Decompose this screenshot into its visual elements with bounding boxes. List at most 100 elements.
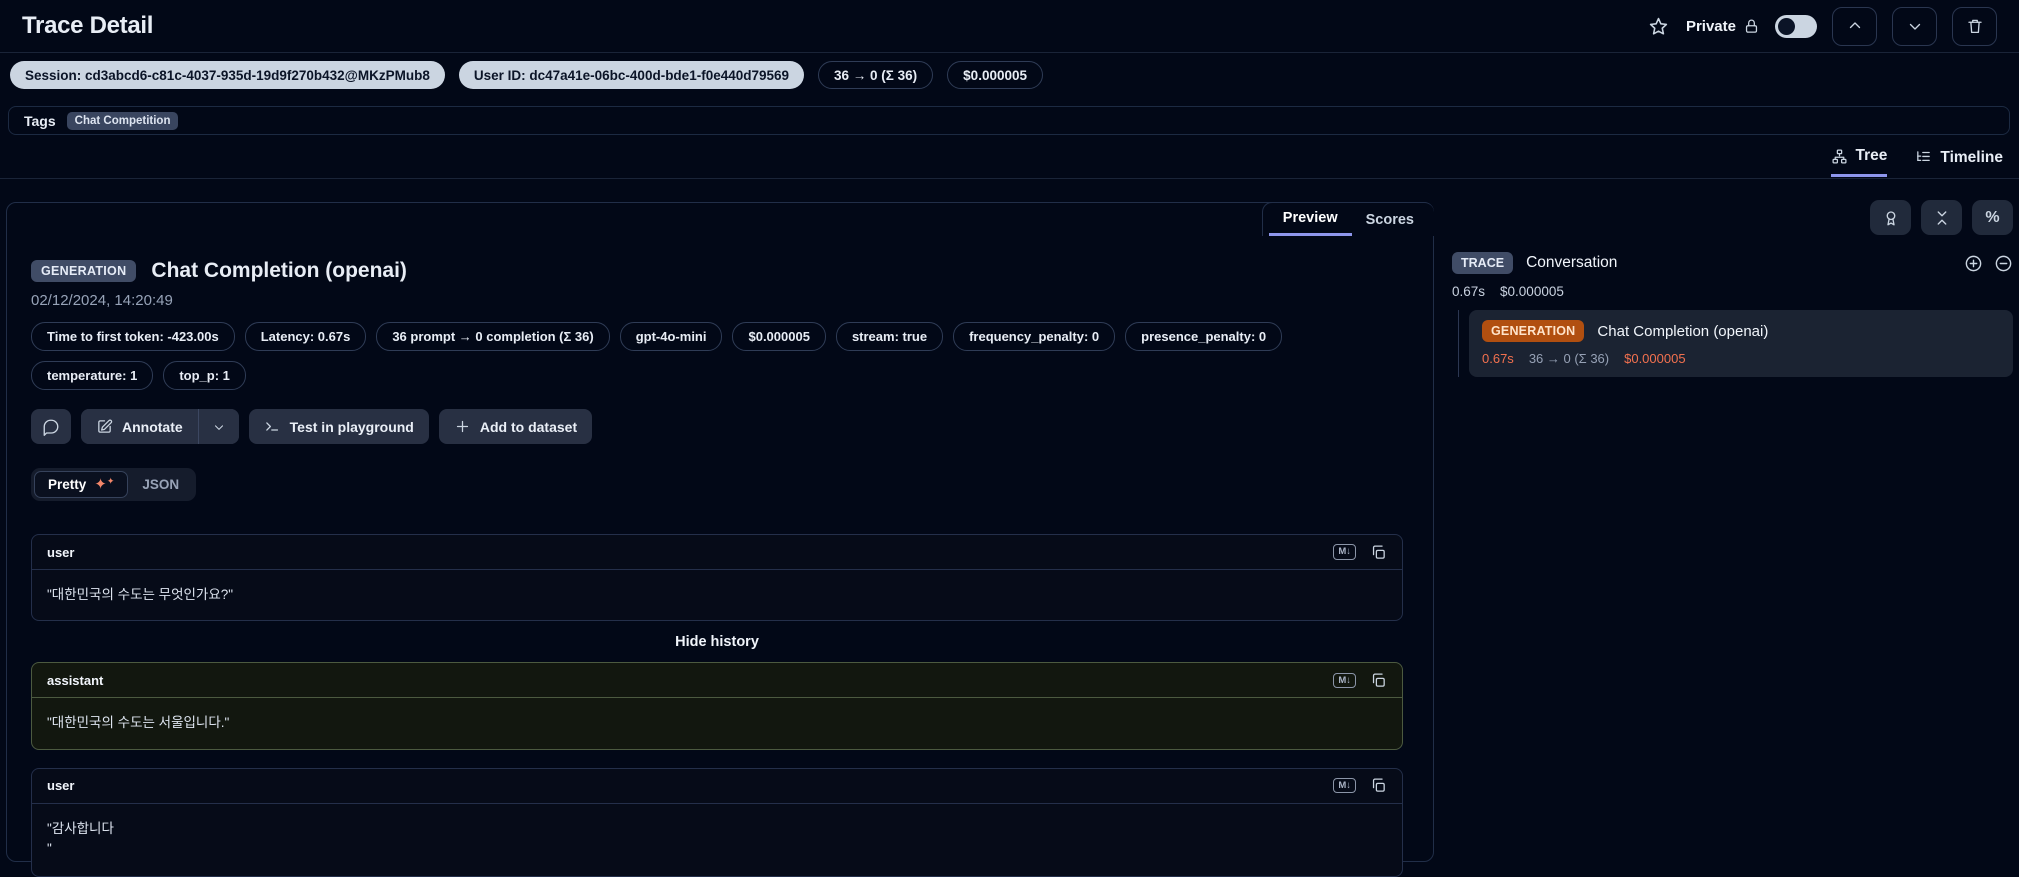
tabs-divider (0, 178, 2019, 179)
message-assistant: assistant M↓ "대한민국의 수도는 서울입니다." (31, 662, 1403, 750)
trace-title: Conversation (1526, 254, 1618, 271)
annotate-button[interactable]: Annotate (81, 409, 198, 444)
expand-all-icon[interactable] (1964, 254, 1983, 273)
session-badge[interactable]: Session: cd3abcd6-c81c-4037-935d-19d9f27… (10, 61, 445, 89)
actions-row: Annotate Test in playground Add to datas… (31, 409, 1409, 444)
user-id-badge[interactable]: User ID: dc47a41e-06bc-400d-bde1-f0e440d… (458, 61, 805, 89)
star-icon[interactable] (1646, 14, 1671, 39)
tree-icon (1831, 148, 1847, 164)
percent-icon: % (1985, 208, 2000, 226)
observation-header: GENERATION Chat Completion (openai) (31, 259, 1409, 283)
plus-icon (456, 420, 468, 433)
message-user-2: user M↓ "감사합니다 " (31, 767, 1403, 877)
trace-root-row[interactable]: TRACE Conversation (1447, 252, 2013, 274)
message-user-1: user M↓ "대한민국의 수도는 무엇인가요?" (31, 534, 1403, 622)
copy-icon[interactable] (1370, 544, 1387, 561)
cost-badge: $0.000005 (947, 61, 1043, 89)
tab-scores[interactable]: Scores (1352, 203, 1428, 236)
timeline-icon (1917, 151, 1931, 161)
trace-expand-controls (1964, 254, 2013, 273)
observation-title: Chat Completion (openai) (151, 259, 407, 282)
test-in-playground-button[interactable]: Test in playground (248, 409, 429, 444)
toggle-knob (1778, 17, 1795, 35)
message-role: user (47, 544, 75, 560)
pretty-toggle[interactable]: Pretty ✦✦ (34, 471, 129, 498)
json-toggle[interactable]: JSON (128, 471, 193, 498)
chevron-down-icon (214, 424, 223, 430)
chevrons-collapse-icon (1937, 210, 1946, 225)
comment-icon (43, 419, 59, 436)
message-role: assistant (47, 672, 104, 688)
meta-row: Session: cd3abcd6-c81c-4037-935d-19d9f27… (10, 61, 1043, 89)
metric-badge: Latency: 0.67s (244, 322, 367, 351)
view-tabs: Tree Timeline (1830, 147, 2003, 177)
lock-icon (1745, 19, 1758, 33)
format-toggle: Pretty ✦✦ JSON (31, 468, 197, 501)
markdown-toggle-icon[interactable]: M↓ (1333, 777, 1356, 794)
message-content: "대한민국의 수도는 서울입니다." (47, 715, 230, 731)
metric-badges: Time to first token: -423.00s Latency: 0… (31, 322, 1409, 390)
delete-trace-button[interactable] (1952, 6, 1997, 46)
metric-badge: stream: true (835, 322, 944, 351)
node-title: Chat Completion (openai) (1597, 322, 1769, 340)
metric-badge: presence_penalty: 0 (1125, 322, 1283, 351)
next-trace-button[interactable] (1892, 6, 1937, 46)
message-tools: M↓ (1333, 777, 1387, 794)
privacy-label: Private (1686, 18, 1760, 35)
message-content: "감사합니다 " (47, 820, 114, 856)
markdown-toggle-icon[interactable]: M↓ (1333, 544, 1356, 560)
tags-box: Tags Chat Competition (8, 106, 2010, 135)
privacy-toggle[interactable] (1775, 14, 1817, 38)
tree-toolbar: % (1447, 200, 2013, 235)
copy-icon[interactable] (1370, 672, 1387, 689)
annotate-dropdown-button[interactable] (198, 409, 239, 444)
messages-section: user M↓ "대한민국의 수도는 무엇인가요?" Hide history … (31, 534, 1403, 877)
metric-badge: $0.000005 (732, 322, 826, 351)
trace-latency: 0.67s (1452, 284, 1486, 299)
message-content: "대한민국의 수도는 무엇인가요?" (47, 587, 234, 602)
metric-badge: gpt-4o-mini (619, 322, 723, 351)
generation-badge: GENERATION (1482, 320, 1585, 342)
tree-node-wrap: GENERATION Chat Completion (openai) 0.67… (1447, 310, 2013, 377)
top-bar: Trace Detail Private (0, 0, 2019, 53)
comment-button[interactable] (31, 409, 71, 444)
sparkles-icon: ✦✦ (94, 476, 115, 493)
collapse-node-icon[interactable] (1994, 254, 2013, 273)
copy-icon[interactable] (1370, 777, 1387, 794)
collapse-all-button[interactable] (1921, 200, 1962, 235)
page-title: Trace Detail (22, 12, 154, 39)
message-header: assistant M↓ (32, 663, 1402, 699)
terminal-icon (265, 422, 278, 431)
trace-type-badge: TRACE (1452, 252, 1514, 274)
metric-badge: Time to first token: -423.00s (31, 322, 235, 351)
trash-icon (1967, 19, 1982, 34)
metric-badge: frequency_penalty: 0 (953, 322, 1116, 351)
trace-metrics: 0.67s $0.000005 (1447, 284, 2013, 299)
previous-trace-button[interactable] (1832, 6, 1877, 46)
message-header: user M↓ (32, 769, 1402, 804)
tab-preview[interactable]: Preview (1268, 203, 1352, 236)
tab-tree[interactable]: Tree (1830, 147, 1888, 177)
scores-toggle-button[interactable] (1870, 200, 1911, 235)
node-latency: 0.67s (1482, 351, 1514, 366)
edit-icon (98, 419, 113, 433)
trace-cost: $0.000005 (1500, 284, 1564, 299)
metric-badge: top_p: 1 (163, 361, 246, 390)
node-metrics-row: 0.67s 36 → 0 (Σ 36) $0.000005 (1482, 351, 2000, 366)
message-tools: M↓ (1333, 544, 1387, 561)
generation-node[interactable]: GENERATION Chat Completion (openai) 0.67… (1469, 310, 2013, 377)
add-to-dataset-button[interactable]: Add to dataset (438, 409, 593, 444)
chevron-up-icon (1849, 22, 1860, 29)
message-header: user M↓ (32, 535, 1402, 570)
tag-chip[interactable]: Chat Competition (66, 111, 179, 130)
observation-timestamp: 02/12/2024, 14:20:49 (31, 292, 173, 309)
metrics-toggle-button[interactable]: % (1972, 200, 2013, 235)
tokens-badge: 36 → 0 (Σ 36) (818, 61, 934, 89)
node-title-row: GENERATION Chat Completion (openai) (1482, 320, 2000, 342)
chevron-down-icon (1909, 23, 1920, 30)
observation-panel: Preview Scores GENERATION Chat Completio… (6, 202, 1434, 877)
markdown-toggle-icon[interactable]: M↓ (1333, 672, 1356, 688)
tab-timeline[interactable]: Timeline (1915, 147, 2003, 177)
hide-history-button[interactable]: Hide history (675, 621, 759, 662)
panel-tabs: Preview Scores (1261, 202, 1434, 236)
